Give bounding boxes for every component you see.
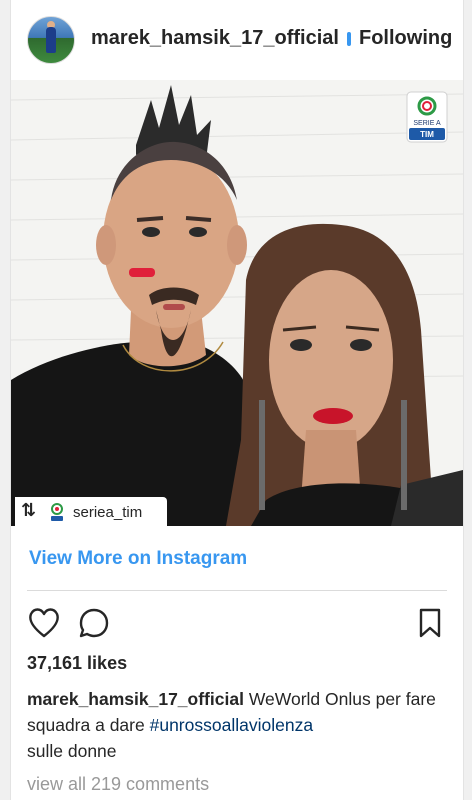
following-button[interactable]: Following: [359, 27, 452, 50]
username-link[interactable]: marek_hamsik_17_official: [91, 27, 339, 50]
post-header: marek_hamsik_17_official Following: [11, 0, 463, 78]
bookmark-icon[interactable]: [413, 606, 447, 640]
post-caption: marek_hamsik_17_official WeWorld Onlus p…: [27, 686, 457, 764]
verified-icon: [347, 32, 351, 46]
view-all-comments-link[interactable]: view all 219 comments: [27, 774, 209, 795]
caption-text-end: sulle donne: [27, 741, 117, 761]
likes-count[interactable]: 37,161 likes: [27, 653, 127, 674]
repost-account-label: seriea_tim: [73, 504, 143, 521]
action-bar: [11, 600, 463, 644]
repost-icon: ⇅: [21, 500, 37, 521]
hashtag-link[interactable]: #unrossoallaviolenza: [150, 715, 313, 735]
seriea-logo-icon: [51, 503, 63, 521]
view-more-link[interactable]: View More on Instagram: [29, 548, 247, 570]
profile-avatar[interactable]: [27, 16, 75, 64]
post-photo[interactable]: SERIE A TIM: [11, 80, 463, 526]
divider: [27, 590, 447, 591]
heart-icon[interactable]: [27, 606, 61, 640]
comment-bubble-icon[interactable]: [77, 606, 111, 640]
photo-illustration: SERIE A TIM: [11, 80, 463, 526]
repost-attribution[interactable]: ⇅ seriea_tim: [15, 497, 167, 527]
badge-text-tim: TIM: [420, 130, 434, 139]
badge-text-serie-a: SERIE A: [413, 120, 441, 127]
caption-username[interactable]: marek_hamsik_17_official: [27, 689, 244, 709]
instagram-post-card: marek_hamsik_17_official Following SERIE…: [10, 0, 464, 800]
